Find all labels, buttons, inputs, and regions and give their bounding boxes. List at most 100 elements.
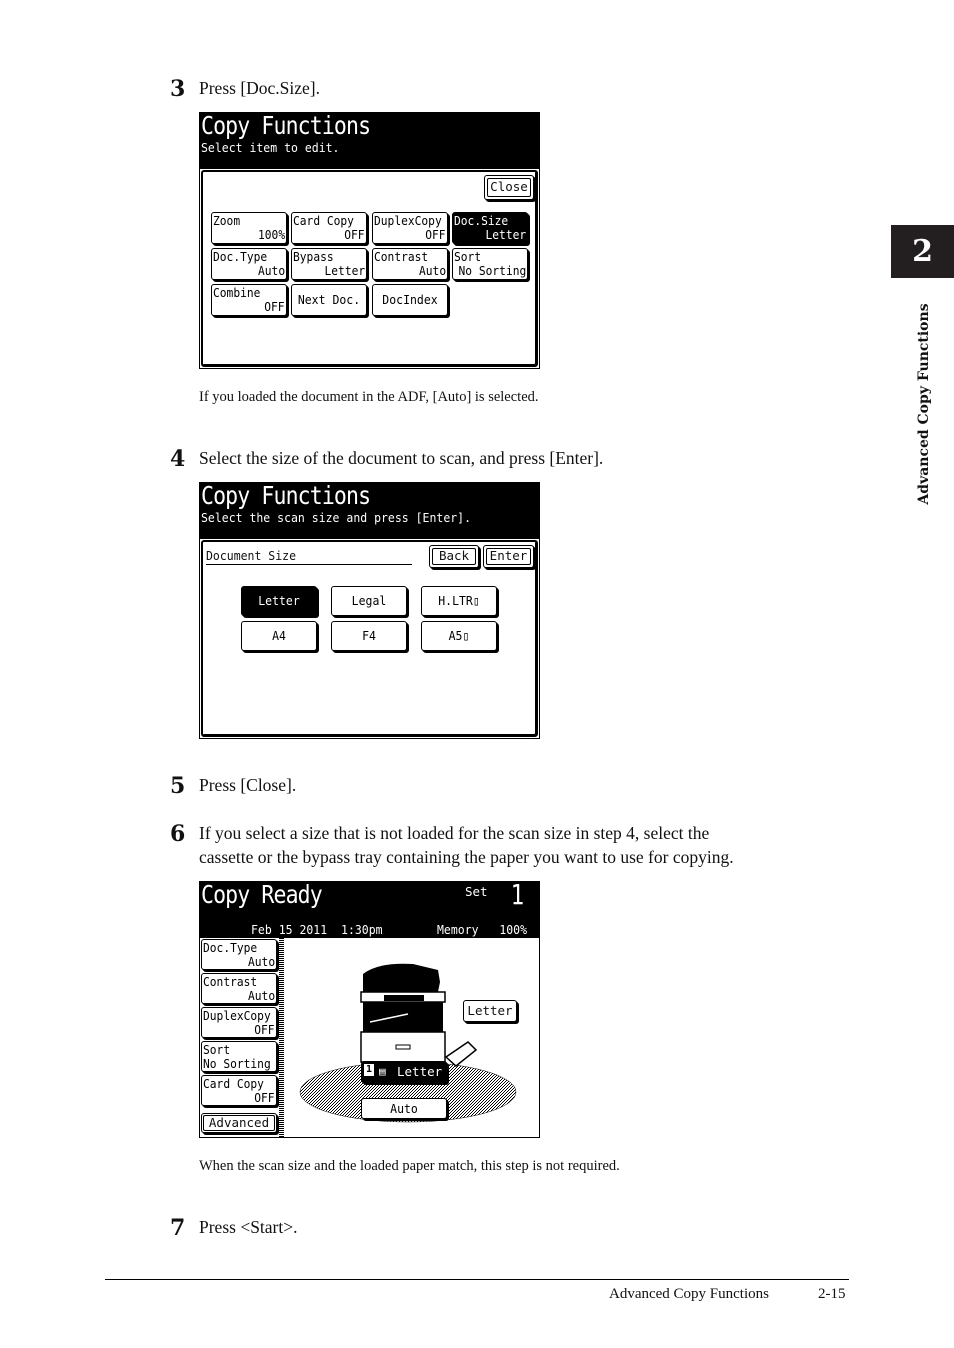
note-text: If you loaded the document in the ADF, [… bbox=[199, 389, 539, 405]
footer-page-number: 2-15 bbox=[818, 1286, 846, 1302]
lcd-header: Copy Functions Select the scan size and … bbox=[200, 481, 539, 539]
function-button[interactable]: Card Copy OFF bbox=[291, 212, 367, 244]
time-text: 1:30pm bbox=[341, 922, 383, 937]
step-number: 7 bbox=[170, 1215, 186, 1241]
quick-setting-label: Card Copy bbox=[203, 1076, 264, 1091]
quick-setting-value: OFF bbox=[254, 1022, 275, 1037]
size-option-label: Letter bbox=[258, 593, 300, 608]
footer-rule bbox=[105, 1279, 849, 1280]
quick-setting-label: Sort bbox=[203, 1042, 231, 1057]
step-text: Press [Close]. bbox=[199, 775, 297, 795]
lcd-panel: Document Size Back Enter Letter Legal H.LT… bbox=[201, 540, 538, 737]
enter-button[interactable]: Enter bbox=[483, 545, 534, 568]
bypass-size-button[interactable]: Letter bbox=[463, 1000, 517, 1022]
lcd-panel: Close Zoom 100% Card Copy OFF DuplexCopy OFF D… bbox=[201, 170, 538, 367]
lcd-subtitle: Select item to edit. bbox=[201, 140, 340, 155]
size-option-button[interactable]: H.LTR▯ bbox=[421, 586, 497, 616]
size-option-button[interactable]: F4 bbox=[331, 621, 407, 651]
chapter-side-label: Advanced Copy Functions bbox=[916, 303, 932, 505]
function-value: OFF bbox=[264, 299, 285, 314]
function-label: Contrast bbox=[374, 249, 429, 264]
function-button[interactable]: Next Doc. bbox=[291, 284, 367, 316]
back-button[interactable]: Back bbox=[429, 545, 479, 568]
function-label: Zoom bbox=[213, 213, 241, 228]
size-option-label: A4 bbox=[272, 628, 286, 643]
bypass-tray-icon bbox=[444, 1041, 478, 1067]
quick-setting-value: No Sorting bbox=[203, 1056, 271, 1071]
function-label: Bypass bbox=[293, 249, 334, 264]
advanced-button[interactable]: Advanced bbox=[201, 1113, 277, 1133]
sidebar-scrollbar[interactable] bbox=[279, 938, 284, 1137]
function-label: Combine bbox=[213, 285, 261, 300]
status-datetime: Feb 15 2011 1:30pm bbox=[251, 922, 383, 937]
function-label: Next Doc. bbox=[297, 292, 361, 307]
lcd-title: Copy Ready bbox=[201, 880, 323, 909]
function-label: Sort bbox=[454, 249, 482, 264]
function-value: Letter bbox=[485, 227, 526, 242]
step-number: 3 bbox=[170, 76, 186, 102]
step-number: 4 bbox=[170, 446, 186, 472]
function-value: Auto bbox=[257, 263, 285, 278]
lcd-header: Copy Ready Set 1 Feb 15 2011 1:30pm Memo… bbox=[200, 878, 539, 938]
function-button[interactable]: Sort No Sorting bbox=[452, 248, 528, 280]
function-button[interactable]: Contrast Auto bbox=[372, 248, 448, 280]
step-text-line: cassette or the bypass tray containing t… bbox=[199, 847, 734, 867]
step-text: Select the size of the document to scan,… bbox=[199, 448, 604, 468]
function-value: OFF bbox=[344, 227, 365, 242]
size-option-button[interactable]: Legal bbox=[331, 586, 407, 616]
function-button[interactable]: Doc.Type Auto bbox=[211, 248, 287, 280]
function-label: Doc.Type bbox=[213, 249, 268, 264]
function-value: No Sorting bbox=[458, 263, 526, 278]
section-label-text: Document Size bbox=[206, 548, 297, 563]
quick-setting-button[interactable]: Card Copy OFF bbox=[201, 1075, 277, 1106]
function-button[interactable]: DuplexCopy OFF bbox=[372, 212, 448, 244]
function-label: Doc.Size bbox=[454, 213, 509, 228]
function-label: DuplexCopy bbox=[374, 213, 442, 228]
cassette-size: Letter bbox=[397, 1064, 443, 1079]
output-mode-button[interactable]: Auto bbox=[361, 1098, 447, 1119]
quick-setting-button[interactable]: Doc.Type Auto bbox=[201, 939, 277, 970]
size-option-button[interactable]: A4 bbox=[241, 621, 317, 651]
memory-label: Memory bbox=[437, 922, 479, 937]
cassette-number-badge: 1 bbox=[364, 1064, 374, 1076]
quick-setting-label: Contrast bbox=[203, 974, 258, 989]
chapter-tab: 2 bbox=[891, 225, 954, 278]
function-button[interactable]: Bypass Letter bbox=[291, 248, 367, 280]
footer-section: Advanced Copy Functions bbox=[609, 1286, 769, 1302]
step-text: Press [Doc.Size]. bbox=[199, 78, 321, 98]
cassette-1-button[interactable]: 1 ▤ Letter bbox=[361, 1061, 447, 1083]
date-text: Feb 15 2011 bbox=[251, 922, 328, 937]
note-text: When the scan size and the loaded paper … bbox=[199, 1158, 620, 1174]
size-option-label: A5▯ bbox=[448, 628, 470, 643]
paper-stack-icon: ▤ bbox=[379, 1065, 386, 1078]
quick-setting-value: OFF bbox=[254, 1090, 275, 1105]
lcd-title: Copy Functions bbox=[201, 481, 371, 510]
step-text-line: If you select a size that is not loaded … bbox=[199, 823, 710, 843]
function-label: DocIndex bbox=[382, 292, 438, 307]
quick-setting-value: Auto bbox=[247, 988, 275, 1003]
lcd-screen-copy-ready: Copy Ready Set 1 Feb 15 2011 1:30pm Memo… bbox=[199, 878, 540, 1138]
memory-status: Memory 100% bbox=[437, 922, 527, 937]
size-option-button[interactable]: Letter bbox=[241, 586, 317, 616]
quick-setting-button[interactable]: Sort No Sorting bbox=[201, 1041, 277, 1072]
step-number: 6 bbox=[170, 821, 186, 847]
function-button[interactable]: Zoom 100% bbox=[211, 212, 287, 244]
quick-setting-value: Auto bbox=[247, 954, 275, 969]
lcd-screen-document-size: Copy Functions Select the scan size and … bbox=[199, 481, 540, 739]
quick-setting-button[interactable]: DuplexCopy OFF bbox=[201, 1007, 277, 1038]
function-value: Letter bbox=[324, 263, 365, 278]
function-label: Card Copy bbox=[293, 213, 354, 228]
function-button[interactable]: DocIndex bbox=[372, 284, 448, 316]
adf-icon bbox=[363, 963, 440, 992]
function-button[interactable]: Doc.Size Letter bbox=[452, 212, 528, 244]
size-option-button[interactable]: A5▯ bbox=[421, 621, 497, 651]
size-option-label: Legal bbox=[351, 593, 387, 608]
step-text: Press <Start>. bbox=[199, 1217, 298, 1237]
function-button[interactable]: Combine OFF bbox=[211, 284, 287, 316]
quick-setting-label: DuplexCopy bbox=[203, 1008, 271, 1023]
close-button[interactable]: Close bbox=[484, 175, 534, 200]
size-option-label: H.LTR▯ bbox=[438, 593, 480, 608]
quick-setting-button[interactable]: Contrast Auto bbox=[201, 973, 277, 1004]
lcd-subtitle: Select the scan size and press [Enter]. bbox=[201, 510, 472, 525]
section-label: Document Size bbox=[206, 548, 412, 565]
